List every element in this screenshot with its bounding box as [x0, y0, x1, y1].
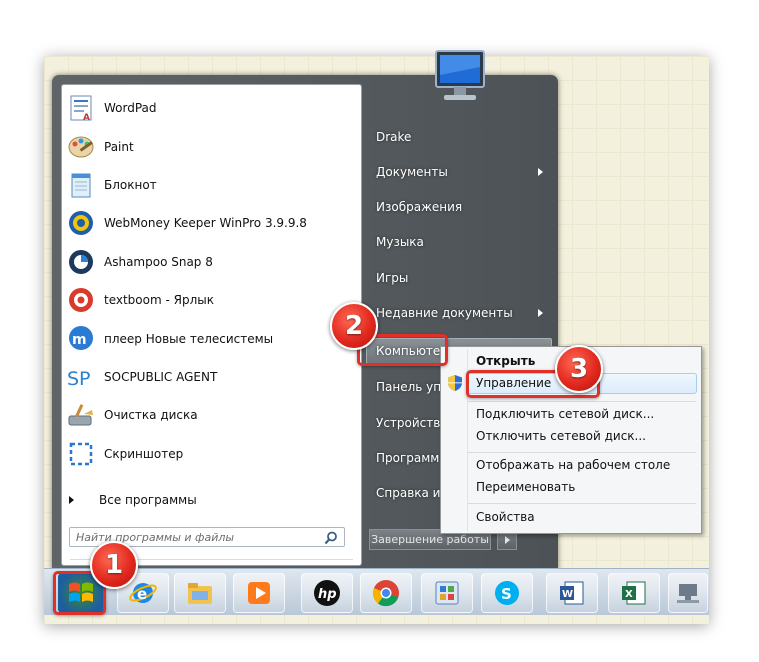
program-item[interactable]: WebMoney Keeper WinPro 3.9.9.8 [62, 204, 361, 242]
program-item[interactable]: A WordPad [62, 89, 361, 127]
screenshoter-icon [69, 442, 93, 465]
program-list: A WordPad Paint Блокнот WebMoney Keeper WinP… [62, 89, 361, 473]
taskbar-button[interactable]: W [546, 573, 598, 613]
all-programs-button[interactable]: Все программы [61, 489, 360, 511]
player-icon: m [69, 326, 93, 351]
svg-text:m: m [72, 332, 87, 348]
place-item[interactable]: Документы [376, 162, 543, 182]
callout-badge-1: 1 [90, 541, 138, 589]
program-item[interactable]: m плеер Новые телесистемы [62, 319, 361, 357]
program-item[interactable]: Скриншотер [62, 435, 361, 473]
menu-item-rename[interactable]: Переименовать [476, 478, 575, 496]
taskbar-button[interactable] [421, 573, 473, 613]
place-label: Программ [376, 451, 440, 465]
svg-text:W: W [562, 589, 573, 600]
program-label: textboom - Ярлык [104, 293, 214, 308]
computer-monitor-icon [435, 50, 485, 100]
taskbar-button[interactable]: hp [301, 573, 353, 613]
svg-text:X: X [625, 589, 633, 600]
menu-item-show-on-desktop[interactable]: Отображать на рабочем столе [476, 456, 670, 474]
menu-item-map-network-drive[interactable]: Подключить сетевой диск... [476, 405, 654, 423]
svg-text:S: S [501, 585, 512, 603]
program-item[interactable]: Ashampoo Snap 8 [62, 243, 361, 281]
callout-badge-2: 2 [330, 302, 378, 350]
program-label: SOCPUBLIC AGENT [104, 369, 218, 384]
chrome-icon [372, 580, 399, 607]
program-item[interactable]: Paint [62, 127, 361, 165]
all-programs-label: Все программы [99, 493, 197, 507]
shield-icon [448, 375, 462, 391]
svg-text:e: e [137, 585, 147, 603]
search-placeholder: Найти программы и файлы [76, 530, 235, 544]
taskbar-button[interactable] [233, 573, 285, 613]
callout-badge-3: 3 [555, 345, 603, 393]
place-label: Игры [376, 271, 409, 285]
program-label: Ashampoo Snap 8 [104, 254, 213, 269]
socpublic-icon: SP [67, 368, 91, 390]
internet-explorer-icon: e [129, 583, 157, 603]
place-item[interactable]: Игры [376, 268, 408, 288]
program-label: Paint [104, 139, 134, 154]
place-item[interactable]: Drake [376, 127, 411, 147]
hp-icon: hp [314, 580, 340, 606]
media-player-icon [248, 582, 270, 604]
program-label: WordPad [104, 101, 157, 116]
file-explorer-icon [188, 583, 212, 604]
program-item[interactable]: Очистка диска [62, 396, 361, 434]
program-label: Блокнот [104, 177, 157, 192]
wordpad-icon: A [70, 95, 92, 123]
submenu-arrow-icon [538, 168, 543, 176]
taskbar-button[interactable]: S [481, 573, 533, 613]
svg-text:A: A [83, 113, 90, 123]
program-item[interactable]: SP SOCPUBLIC AGENT [62, 358, 361, 396]
program-label: плеер Новые телесистемы [104, 331, 274, 346]
paint-icon [68, 136, 94, 158]
ashampoo-icon [69, 249, 93, 274]
menu-separator [468, 503, 696, 504]
place-label: Недавние документы [376, 306, 513, 320]
webmoney-icon [69, 211, 93, 236]
menu-item-open[interactable]: Открыть [476, 352, 535, 370]
network-icon [677, 584, 699, 603]
arrow-right-icon [69, 496, 74, 504]
notepad-icon [71, 173, 91, 198]
program-item[interactable]: Блокнот [62, 166, 361, 204]
taskbar-button[interactable] [174, 573, 226, 613]
place-label: Изображения [376, 200, 463, 214]
menu-separator [468, 452, 696, 453]
place-item[interactable]: Устройства [376, 413, 448, 433]
place-label: Устройства [376, 416, 448, 430]
place-item[interactable]: Программ [376, 448, 439, 468]
menu-item-disconnect-network-drive[interactable]: Отключить сетевой диск... [476, 427, 646, 445]
place-label: Панель упр [376, 380, 449, 394]
svg-text:SP: SP [67, 368, 91, 390]
place-label: Drake [376, 130, 412, 144]
submenu-arrow-icon [538, 309, 543, 317]
svg-text:hp: hp [318, 587, 337, 602]
excel-icon: X [622, 581, 646, 605]
menu-item-properties[interactable]: Свойства [476, 508, 535, 526]
control-panel-icon [435, 581, 459, 605]
textboom-icon [69, 287, 93, 312]
menu-separator [468, 401, 696, 402]
disk-cleanup-icon [68, 404, 93, 426]
taskbar-button[interactable] [668, 573, 708, 613]
shutdown-label: Завершение работы [371, 533, 489, 546]
program-label: WebMoney Keeper WinPro 3.9.9.8 [104, 216, 307, 231]
program-item[interactable]: textboom - Ярлык [62, 281, 361, 319]
search-icon [324, 531, 337, 545]
program-label: Скриншотер [104, 446, 184, 461]
place-item[interactable]: Недавние документы [376, 303, 543, 323]
place-item[interactable]: Панель упр [376, 377, 449, 397]
place-label: Музыка [376, 235, 424, 249]
place-item[interactable]: Музыка [376, 232, 424, 252]
place-item[interactable]: Изображения [376, 197, 462, 217]
taskbar-button[interactable]: X [608, 573, 660, 613]
place-label: Документы [376, 165, 448, 179]
program-label: Очистка диска [104, 408, 198, 423]
taskbar-button[interactable] [360, 573, 412, 613]
skype-icon: S [495, 581, 519, 605]
word-icon: W [560, 581, 584, 605]
